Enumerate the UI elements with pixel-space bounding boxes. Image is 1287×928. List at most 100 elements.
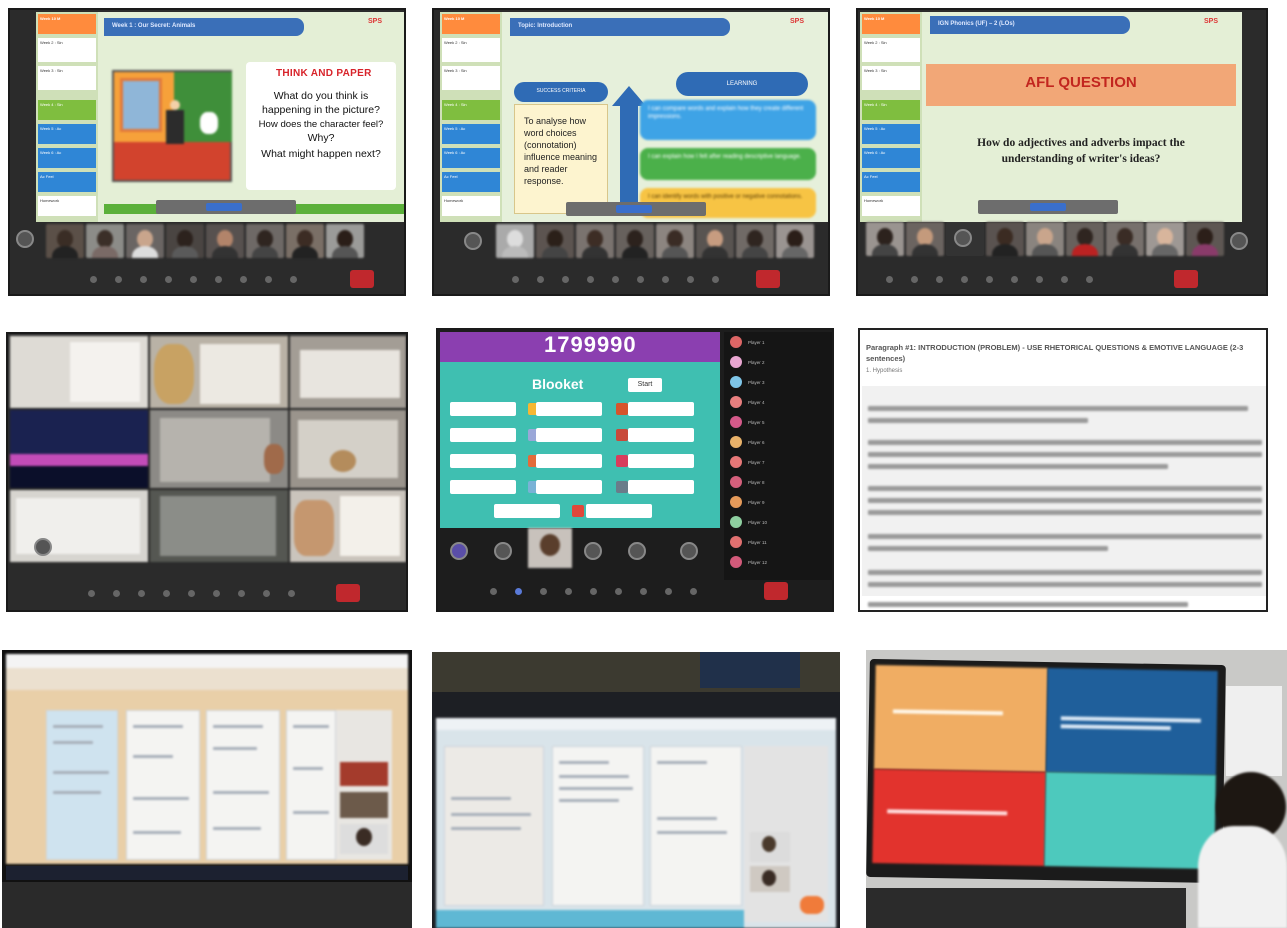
lesson-item[interactable]: Week 3 : Sin — [38, 66, 96, 90]
lesson-item[interactable]: Ac Feel — [862, 172, 920, 192]
player-entry[interactable]: Player 12 — [730, 556, 830, 570]
speaker-icon[interactable] — [263, 590, 270, 597]
lesson-item[interactable]: Ac Feel — [442, 172, 500, 192]
react-icon[interactable] — [936, 276, 943, 283]
participants-button[interactable] — [450, 542, 468, 560]
lesson-item[interactable]: Homework — [442, 196, 500, 216]
player-card[interactable] — [628, 454, 694, 468]
lesson-item[interactable]: Week 3 : Sin — [442, 66, 500, 90]
player-card[interactable] — [536, 402, 602, 416]
player-card[interactable] — [536, 454, 602, 468]
participants-button[interactable] — [16, 230, 34, 248]
player-entry[interactable]: Player 7 — [730, 456, 830, 470]
react-icon[interactable] — [138, 590, 145, 597]
react-icon[interactable] — [562, 276, 569, 283]
share-icon[interactable] — [165, 276, 172, 283]
more-icon[interactable] — [188, 590, 195, 597]
lesson-item[interactable]: Week 4 : Sin — [442, 100, 500, 120]
lesson-item[interactable]: Week 5 : Ac — [442, 124, 500, 144]
stop-share-button[interactable] — [616, 205, 652, 213]
start-button[interactable]: Start — [628, 378, 662, 392]
chat-icon[interactable] — [911, 276, 918, 283]
speaker-icon[interactable] — [1061, 276, 1068, 283]
player-card[interactable] — [536, 480, 602, 494]
participants-button[interactable] — [464, 232, 482, 250]
lesson-item[interactable]: Week 6 : Ac — [862, 148, 920, 168]
player-card[interactable] — [536, 428, 602, 442]
lesson-item[interactable]: Week 6 : Ac — [38, 148, 96, 168]
player-card[interactable] — [628, 428, 694, 442]
lesson-item[interactable]: Week 10 M — [38, 14, 96, 34]
lesson-item[interactable]: Homework — [862, 196, 920, 216]
player-card[interactable] — [494, 504, 560, 518]
people-icon[interactable] — [88, 590, 95, 597]
speaker-icon[interactable] — [665, 588, 672, 595]
lesson-item[interactable]: Ac Feel — [38, 172, 96, 192]
stop-share-button[interactable] — [1030, 203, 1066, 211]
lesson-item[interactable]: Week 2 : Sin — [442, 38, 500, 62]
player-entry[interactable]: Player 1 — [730, 336, 830, 350]
lesson-item[interactable]: Homework — [38, 196, 96, 216]
speaker-icon[interactable] — [265, 276, 272, 283]
lesson-item[interactable]: Week 4 : Sin — [862, 100, 920, 120]
speaker-icon[interactable] — [687, 276, 694, 283]
player-entry[interactable]: Player 6 — [730, 436, 830, 450]
lesson-item[interactable]: Week 10 M — [862, 14, 920, 34]
lesson-item[interactable]: Week 2 : Sin — [862, 38, 920, 62]
record-icon[interactable] — [288, 590, 295, 597]
player-entry[interactable]: Player 2 — [730, 356, 830, 370]
share-icon[interactable] — [163, 590, 170, 597]
more-icon[interactable] — [590, 588, 597, 595]
people-icon[interactable] — [512, 276, 519, 283]
people-icon[interactable] — [90, 276, 97, 283]
camera-icon[interactable] — [215, 276, 222, 283]
camera-icon[interactable] — [213, 590, 220, 597]
lesson-item[interactable]: Week 5 : Ac — [38, 124, 96, 144]
player-entry[interactable]: Player 3 — [730, 376, 830, 390]
end-call-button[interactable] — [756, 270, 780, 288]
share-icon[interactable] — [565, 588, 572, 595]
chat-icon[interactable] — [113, 590, 120, 597]
more-icon[interactable] — [612, 276, 619, 283]
share-icon[interactable] — [961, 276, 968, 283]
player-card[interactable] — [628, 402, 694, 416]
player-entry[interactable]: Player 8 — [730, 476, 830, 490]
player-card[interactable] — [450, 480, 516, 494]
mic-icon[interactable] — [662, 276, 669, 283]
camera-icon[interactable] — [1011, 276, 1018, 283]
end-call-button[interactable] — [1174, 270, 1198, 288]
share-icon[interactable] — [587, 276, 594, 283]
participants-button[interactable] — [1230, 232, 1248, 250]
player-entry[interactable]: Player 4 — [730, 396, 830, 410]
mic-icon[interactable] — [240, 276, 247, 283]
chat-icon[interactable] — [515, 588, 522, 595]
player-card[interactable] — [586, 504, 652, 518]
player-entry[interactable]: Player 5 — [730, 416, 830, 430]
participants-button[interactable] — [34, 538, 52, 556]
lesson-item[interactable]: Week 4 : Sin — [38, 100, 96, 120]
lesson-item[interactable]: Week 3 : Sin — [862, 66, 920, 90]
record-icon[interactable] — [690, 588, 697, 595]
camera-icon[interactable] — [615, 588, 622, 595]
player-entry[interactable]: Player 9 — [730, 496, 830, 510]
player-card[interactable] — [450, 454, 516, 468]
mic-icon[interactable] — [640, 588, 647, 595]
people-icon[interactable] — [886, 276, 893, 283]
end-call-button[interactable] — [350, 270, 374, 288]
more-icon[interactable] — [190, 276, 197, 283]
end-call-button[interactable] — [764, 582, 788, 600]
chat-icon[interactable] — [115, 276, 122, 283]
end-call-button[interactable] — [336, 584, 360, 602]
lesson-item[interactable]: Week 6 : Ac — [442, 148, 500, 168]
react-icon[interactable] — [540, 588, 547, 595]
record-icon[interactable] — [290, 276, 297, 283]
mic-icon[interactable] — [1036, 276, 1043, 283]
chat-icon[interactable] — [537, 276, 544, 283]
mic-icon[interactable] — [238, 590, 245, 597]
record-icon[interactable] — [1086, 276, 1093, 283]
camera-icon[interactable] — [637, 276, 644, 283]
more-icon[interactable] — [986, 276, 993, 283]
player-entry[interactable]: Player 11 — [730, 536, 830, 550]
record-icon[interactable] — [712, 276, 719, 283]
player-card[interactable] — [450, 428, 516, 442]
